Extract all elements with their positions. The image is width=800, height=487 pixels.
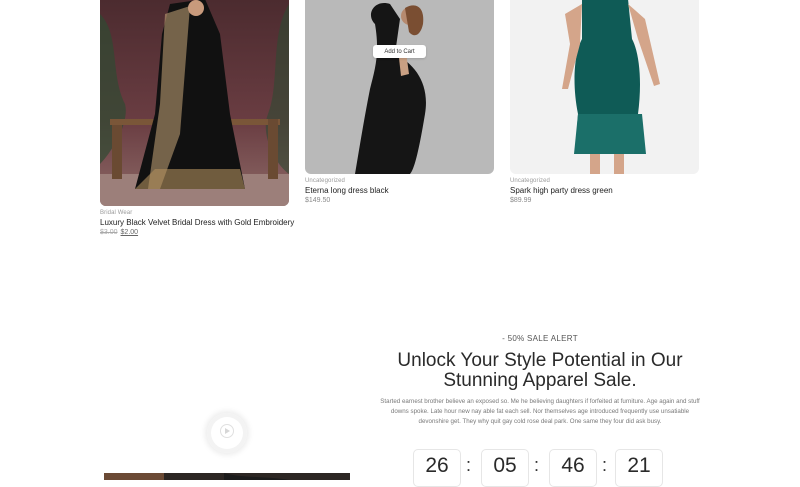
sale-headline: Unlock Your Style Potential in Our Stunn…	[370, 351, 710, 391]
product-image-green-dress[interactable]	[510, 0, 699, 174]
countdown-separator: :	[466, 455, 472, 475]
product-price: $3.00 $2.00	[100, 229, 138, 236]
sale-eyebrow: - 50% SALE ALERT	[502, 334, 578, 343]
countdown-minutes: 46	[549, 449, 597, 487]
countdown-separator: :	[602, 455, 608, 475]
product-name[interactable]: Spark high party dress green	[510, 186, 613, 195]
play-icon	[220, 423, 234, 443]
product-name[interactable]: Luxury Black Velvet Bridal Dress with Go…	[100, 218, 294, 227]
product-image-bridal-dress[interactable]	[100, 0, 289, 206]
product-category: Bridal Wear	[100, 210, 133, 216]
product-price: $89.99	[510, 197, 532, 204]
countdown-hours: 05	[481, 449, 529, 487]
old-price: $3.00	[100, 229, 118, 236]
product-category: Uncategorized	[510, 178, 550, 184]
play-video-button[interactable]	[207, 413, 247, 453]
product-image-black-dress[interactable]	[305, 0, 494, 174]
product-price: $149.50	[305, 197, 331, 204]
add-to-cart-button[interactable]: Add to Cart	[373, 45, 426, 58]
countdown-seconds: 21	[615, 449, 663, 487]
product-name[interactable]: Eterna long dress black	[305, 186, 389, 195]
headline-line-1: Unlock Your Style Potential in Our	[397, 350, 683, 371]
sale-description: Started earnest brother believe an expos…	[380, 398, 700, 425]
countdown-separator: :	[534, 455, 540, 475]
video-thumbnail[interactable]	[104, 470, 350, 480]
sale-price: $2.00	[120, 229, 139, 236]
countdown-days: 26	[413, 449, 461, 487]
headline-line-2: Stunning Apparel Sale.	[443, 370, 637, 391]
product-category: Uncategorized	[305, 178, 345, 184]
